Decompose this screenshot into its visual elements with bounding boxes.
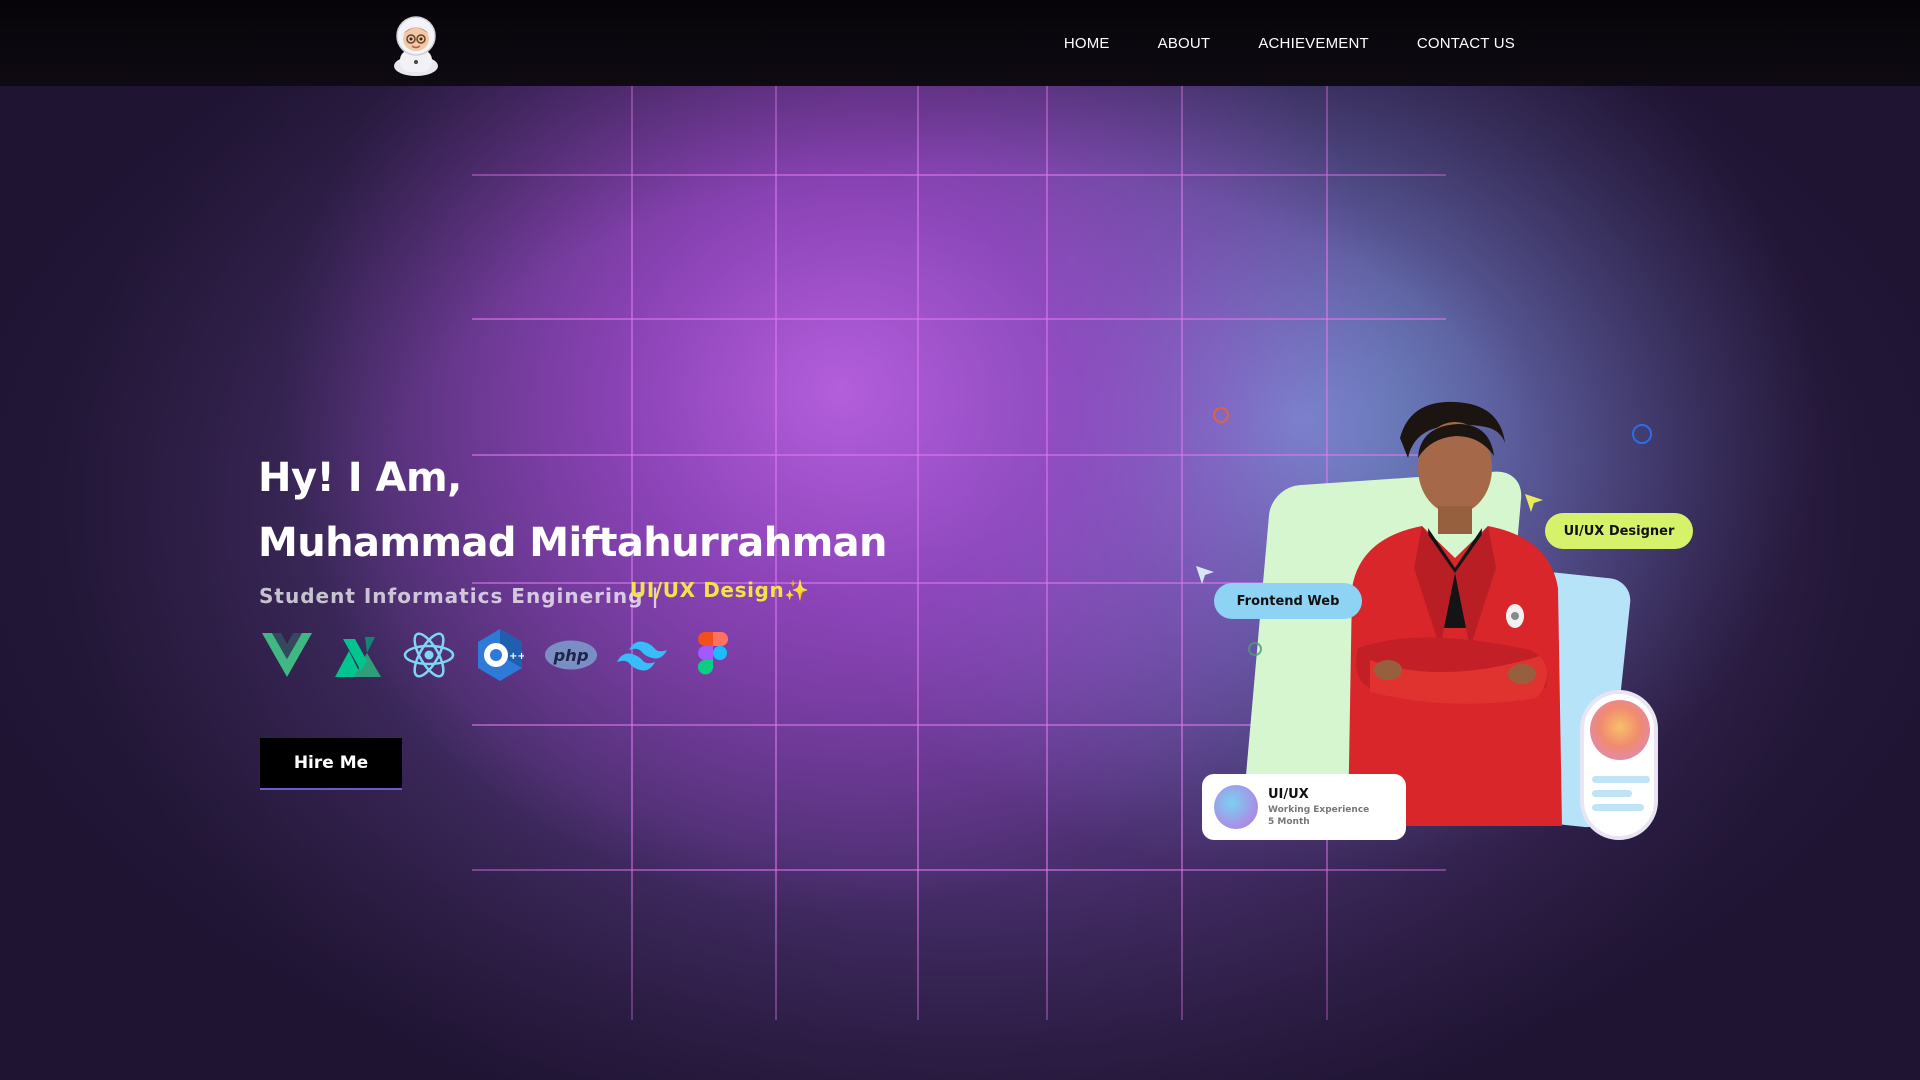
php-icon: php bbox=[544, 628, 598, 682]
nav-home-link[interactable]: HOME bbox=[1064, 35, 1110, 52]
tailwind-icon bbox=[615, 628, 669, 682]
experience-title: UI/UX bbox=[1268, 787, 1309, 802]
php-logo-text: php bbox=[552, 646, 588, 665]
sparkle-icon: ✨ bbox=[784, 578, 810, 602]
decor-ring-icon bbox=[1632, 424, 1652, 444]
placeholder-line bbox=[1592, 790, 1632, 797]
hero-illustration: Frontend Web UI/UX Designer UI/UX Workin… bbox=[1180, 390, 1720, 850]
tech-stack: ++ php bbox=[260, 628, 740, 682]
emoji-avatar-icon bbox=[1590, 700, 1650, 760]
globe-avatar-icon bbox=[1214, 785, 1258, 829]
experience-card: UI/UX Working Experience 5 Month bbox=[1202, 774, 1406, 840]
hero-name: Muhammad Miftahurrahman bbox=[258, 520, 888, 566]
decor-ring-icon bbox=[1248, 642, 1262, 656]
cplusplus-icon: ++ bbox=[473, 628, 527, 682]
nuxt-icon bbox=[331, 628, 385, 682]
cursor-arrow-icon bbox=[1525, 494, 1543, 516]
svg-text:++: ++ bbox=[509, 651, 524, 662]
nav-about-link[interactable]: ABOUT bbox=[1158, 35, 1211, 52]
main-nav: HOME ABOUT ACHIEVEMENT CONTACT US bbox=[1064, 0, 1515, 86]
decor-ring-icon bbox=[1213, 407, 1229, 423]
navbar: HOME ABOUT ACHIEVEMENT CONTACT US bbox=[0, 0, 1920, 86]
hero-greeting: Hy! I Am, bbox=[258, 455, 462, 501]
nav-achievement-link[interactable]: ACHIEVEMENT bbox=[1258, 35, 1369, 52]
hero-role-text: UI/UX Design bbox=[630, 578, 785, 602]
hero-role: UI/UX Design✨ bbox=[630, 578, 810, 602]
profile-photo bbox=[1330, 398, 1580, 826]
experience-subtitle: Working Experience bbox=[1268, 805, 1370, 815]
frontend-web-pill: Frontend Web bbox=[1214, 583, 1362, 619]
cursor-arrow-icon bbox=[1196, 566, 1214, 588]
figma-icon bbox=[686, 628, 740, 682]
hero-subtitle: Student Informatics Enginering | bbox=[259, 584, 660, 608]
nav-contact-link[interactable]: CONTACT US bbox=[1417, 35, 1515, 52]
astronaut-logo-icon[interactable] bbox=[388, 10, 444, 76]
placeholder-line bbox=[1592, 776, 1650, 783]
experience-duration: 5 Month bbox=[1268, 817, 1310, 827]
react-icon bbox=[402, 628, 456, 682]
hire-me-button[interactable]: Hire Me bbox=[260, 738, 402, 790]
uiux-designer-pill: UI/UX Designer bbox=[1545, 513, 1693, 549]
profile-side-card bbox=[1580, 690, 1658, 840]
placeholder-line bbox=[1592, 804, 1644, 811]
vue-icon bbox=[260, 628, 314, 682]
